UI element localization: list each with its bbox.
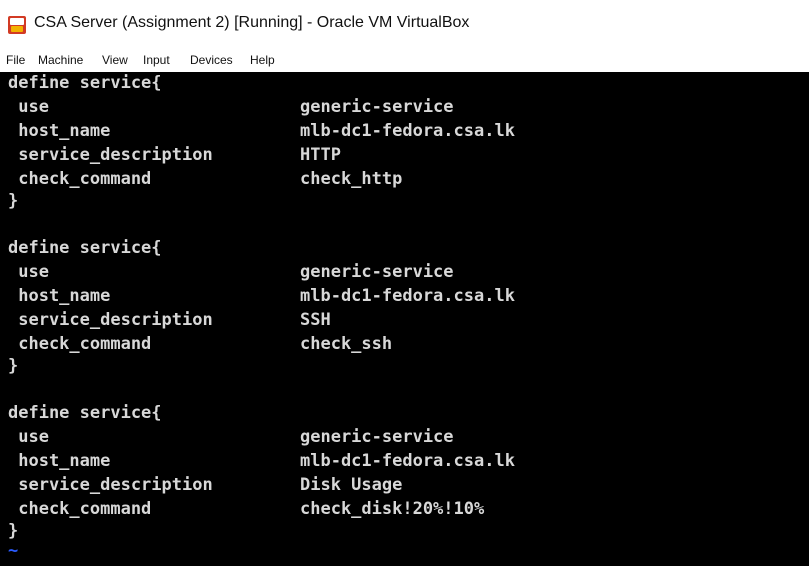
- console-line: service_description SSH: [8, 309, 330, 331]
- console-line: service_description Disk Usage: [8, 474, 402, 496]
- console-line: service_description HTTP: [8, 144, 341, 166]
- vim-tilde-line: ~: [8, 541, 19, 561]
- vm-console[interactable]: define service{ use generic-service host_…: [0, 72, 809, 566]
- console-line: host_name mlb-dc1-fedora.csa.lk: [8, 285, 515, 307]
- console-line: check_command check_disk!20%!10%: [8, 498, 484, 520]
- field-value: check_ssh: [300, 334, 393, 354]
- field-key: service_description: [8, 310, 213, 330]
- field-value: HTTP: [300, 145, 341, 165]
- virtualbox-icon[interactable]: [8, 16, 26, 34]
- field-key: check_command: [8, 334, 152, 354]
- console-line: host_name mlb-dc1-fedora.csa.lk: [8, 120, 515, 142]
- menu-help[interactable]: Help: [250, 53, 275, 67]
- field-value: generic-service: [300, 427, 454, 447]
- console-line: define service{: [8, 403, 162, 423]
- field-key: host_name: [8, 286, 111, 306]
- field-key: host_name: [8, 451, 111, 471]
- field-value: Disk Usage: [300, 475, 403, 495]
- console-line: }: [8, 521, 19, 541]
- field-key: check_command: [8, 499, 152, 519]
- menu-machine[interactable]: Machine: [38, 53, 83, 67]
- field-value: generic-service: [300, 97, 454, 117]
- console-line: host_name mlb-dc1-fedora.csa.lk: [8, 450, 515, 472]
- menu-devices[interactable]: Devices: [190, 53, 233, 67]
- console-line: define service{: [8, 238, 162, 258]
- field-key: use: [8, 262, 49, 282]
- console-line: }: [8, 191, 19, 211]
- field-key: service_description: [8, 145, 213, 165]
- menu-bar: File Machine View Input Devices Help: [0, 48, 809, 72]
- console-line: check_command check_ssh: [8, 333, 392, 355]
- field-value: mlb-dc1-fedora.csa.lk: [300, 451, 515, 471]
- console-line: }: [8, 356, 19, 376]
- field-value: check_http: [300, 169, 403, 189]
- console-line: use generic-service: [8, 261, 453, 283]
- field-value: SSH: [300, 310, 331, 330]
- field-key: use: [8, 97, 49, 117]
- field-key: service_description: [8, 475, 213, 495]
- field-key: use: [8, 427, 49, 447]
- console-line: use generic-service: [8, 96, 453, 118]
- console-line: check_command check_http: [8, 168, 402, 190]
- menu-input[interactable]: Input: [143, 53, 170, 67]
- field-key: host_name: [8, 121, 111, 141]
- window-title: CSA Server (Assignment 2) [Running] - Or…: [34, 14, 470, 31]
- field-key: check_command: [8, 169, 152, 189]
- window-titlebar[interactable]: CSA Server (Assignment 2) [Running] - Or…: [0, 0, 809, 48]
- menu-view[interactable]: View: [102, 53, 128, 67]
- field-value: check_disk!20%!10%: [300, 499, 485, 519]
- field-value: mlb-dc1-fedora.csa.lk: [300, 286, 515, 306]
- console-line: define service{: [8, 73, 162, 93]
- field-value: generic-service: [300, 262, 454, 282]
- field-value: mlb-dc1-fedora.csa.lk: [300, 121, 515, 141]
- console-line: use generic-service: [8, 426, 453, 448]
- menu-file[interactable]: File: [6, 53, 25, 67]
